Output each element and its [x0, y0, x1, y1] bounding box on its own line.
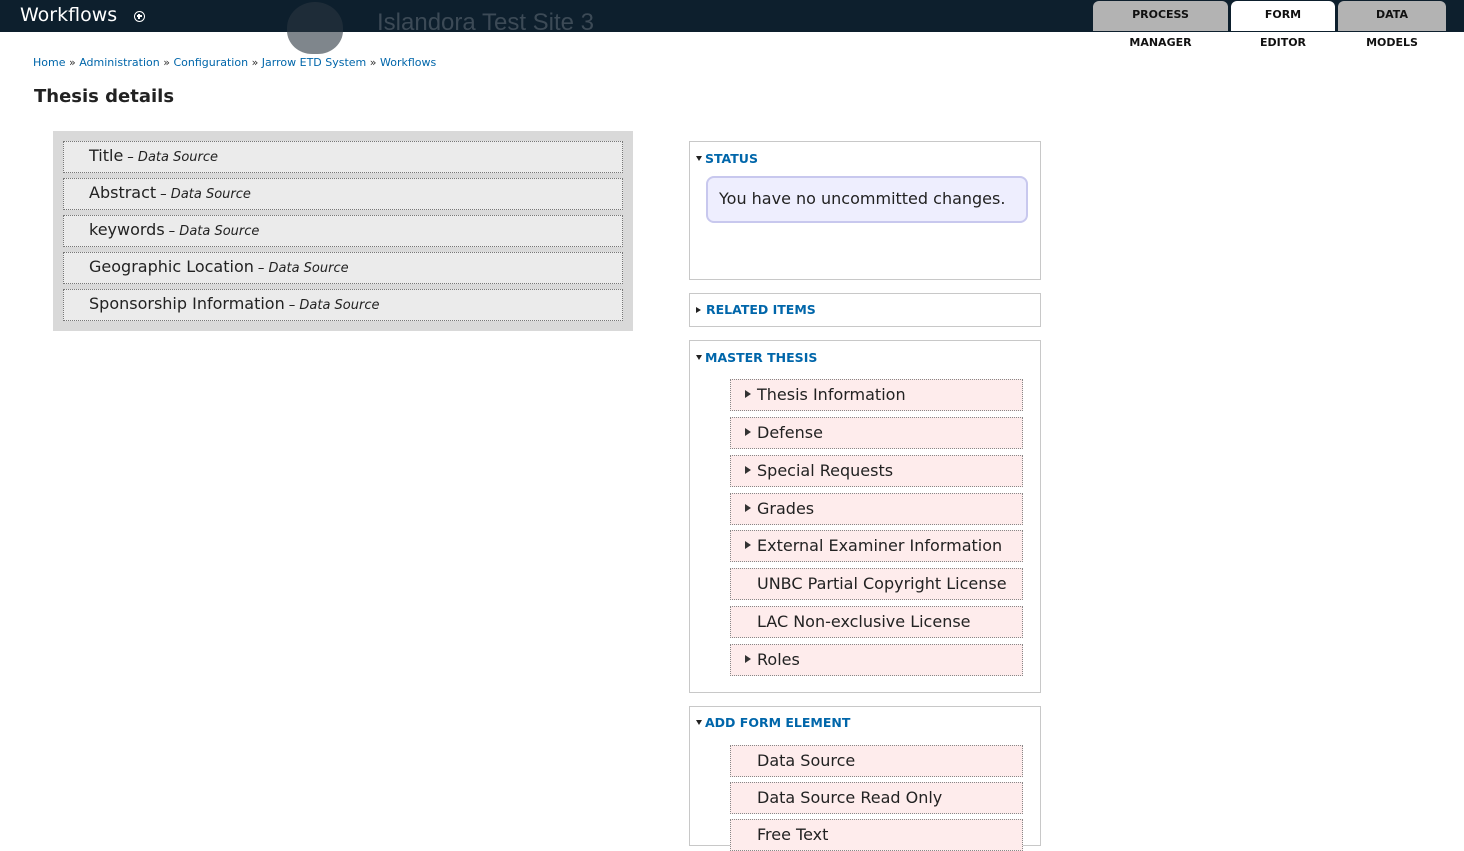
tab-process-manager[interactable]: PROCESS MANAGER — [1093, 1, 1228, 49]
item-label: Defense — [757, 423, 823, 442]
breadcrumb-configuration[interactable]: Configuration — [173, 56, 248, 69]
field-label: Sponsorship Information — [89, 294, 285, 313]
field-type: – Data Source — [257, 261, 349, 276]
status-fieldset: STATUS You have no uncommitted changes. — [689, 141, 1041, 280]
field-label: Geographic Location — [89, 257, 254, 276]
top-bar: Workflows Islandora Test Site 3 PROCESS … — [0, 0, 1464, 54]
add-form-element-legend-label: ADD FORM ELEMENT — [705, 715, 851, 730]
item-lac-non-exclusive-license[interactable]: LAC Non-exclusive License — [730, 606, 1023, 638]
item-label: Roles — [757, 650, 800, 669]
element-data-source[interactable]: Data Source — [730, 745, 1023, 777]
item-grades[interactable]: Grades — [730, 493, 1023, 525]
status-message: You have no uncommitted changes. — [706, 176, 1028, 223]
triangle-right-icon — [745, 465, 751, 474]
status-legend[interactable]: STATUS — [696, 151, 758, 167]
breadcrumb-separator: » — [163, 56, 170, 69]
item-defense[interactable]: Defense — [730, 417, 1023, 449]
site-title[interactable]: Workflows — [20, 3, 117, 27]
add-form-element-fieldset: ADD FORM ELEMENT Data Source Data Source… — [689, 706, 1041, 851]
item-roles[interactable]: Roles — [730, 644, 1023, 676]
breadcrumb-jarrow-etd-system[interactable]: Jarrow ETD System — [262, 56, 366, 69]
item-label: Data Source Read Only — [757, 788, 943, 807]
triangle-right-icon — [745, 654, 751, 663]
item-label: UNBC Partial Copyright License — [757, 574, 1007, 593]
breadcrumb-separator: » — [369, 56, 377, 69]
add-form-element-legend[interactable]: ADD FORM ELEMENT — [696, 715, 850, 731]
field-type: – Data Source — [288, 298, 380, 313]
tab-data-models[interactable]: DATA MODELS — [1338, 1, 1446, 49]
item-label: Data Source — [757, 751, 856, 770]
triangle-right-icon — [745, 503, 751, 512]
drupal-logo — [287, 2, 343, 54]
master-thesis-fieldset: MASTER THESIS Thesis Information Defense… — [689, 340, 1041, 693]
field-type: – Data Source — [160, 187, 251, 202]
field-label: keywords — [89, 220, 165, 239]
form-field-sponsorship-information[interactable]: Sponsorship Information – Data Source — [63, 289, 623, 321]
status-legend-label: STATUS — [705, 151, 758, 166]
breadcrumb-separator: » — [251, 56, 259, 69]
item-thesis-information[interactable]: Thesis Information — [730, 379, 1023, 411]
related-items-fieldset: RELATED ITEMS — [689, 293, 1041, 327]
field-label: Abstract — [89, 183, 157, 202]
triangle-down-icon — [696, 355, 702, 360]
item-external-examiner-information[interactable]: External Examiner Information — [730, 530, 1023, 562]
form-field-geographic-location[interactable]: Geographic Location – Data Source — [63, 252, 623, 284]
item-unbc-partial-copyright-license[interactable]: UNBC Partial Copyright License — [730, 568, 1023, 600]
related-items-legend[interactable]: RELATED ITEMS — [696, 302, 816, 318]
triangle-right-icon — [745, 427, 751, 436]
item-label: External Examiner Information — [757, 536, 1003, 555]
form-field-keywords[interactable]: keywords – Data Source — [63, 215, 623, 247]
item-label: Grades — [757, 499, 815, 518]
item-label: LAC Non-exclusive License — [757, 612, 971, 631]
triangle-right-icon — [696, 306, 701, 313]
triangle-down-icon — [696, 156, 702, 161]
tab-form-editor[interactable]: FORM EDITOR — [1231, 1, 1335, 49]
triangle-right-icon — [745, 540, 751, 549]
master-thesis-legend-label: MASTER THESIS — [705, 350, 818, 365]
element-free-text[interactable]: Free Text — [730, 819, 1023, 851]
breadcrumb-separator: » — [68, 56, 76, 69]
triangle-right-icon — [745, 389, 751, 398]
item-special-requests[interactable]: Special Requests — [730, 455, 1023, 487]
item-label: Thesis Information — [757, 385, 906, 404]
field-type: – Data Source — [127, 150, 219, 165]
item-label: Special Requests — [757, 461, 894, 480]
form-field-abstract[interactable]: Abstract – Data Source — [63, 178, 623, 210]
master-thesis-legend[interactable]: MASTER THESIS — [696, 350, 817, 366]
breadcrumb-administration[interactable]: Administration — [79, 56, 160, 69]
field-label: Title — [89, 146, 124, 165]
breadcrumb-workflows[interactable]: Workflows — [380, 56, 436, 69]
form-field-title[interactable]: Title – Data Source — [63, 141, 623, 173]
triangle-down-icon — [696, 720, 702, 725]
site-name-watermark: Islandora Test Site 3 — [377, 9, 595, 36]
page-title: Thesis details — [34, 86, 175, 107]
field-type: – Data Source — [168, 224, 260, 239]
breadcrumb-home[interactable]: Home — [33, 56, 65, 69]
form-canvas: Title – Data Source Abstract – Data Source… — [53, 131, 633, 331]
breadcrumb: Home » Administration » Configuration » … — [33, 56, 436, 70]
plus-circle-icon[interactable] — [134, 11, 145, 22]
related-items-legend-label: RELATED ITEMS — [706, 302, 816, 317]
element-data-source-read-only[interactable]: Data Source Read Only — [730, 782, 1023, 814]
